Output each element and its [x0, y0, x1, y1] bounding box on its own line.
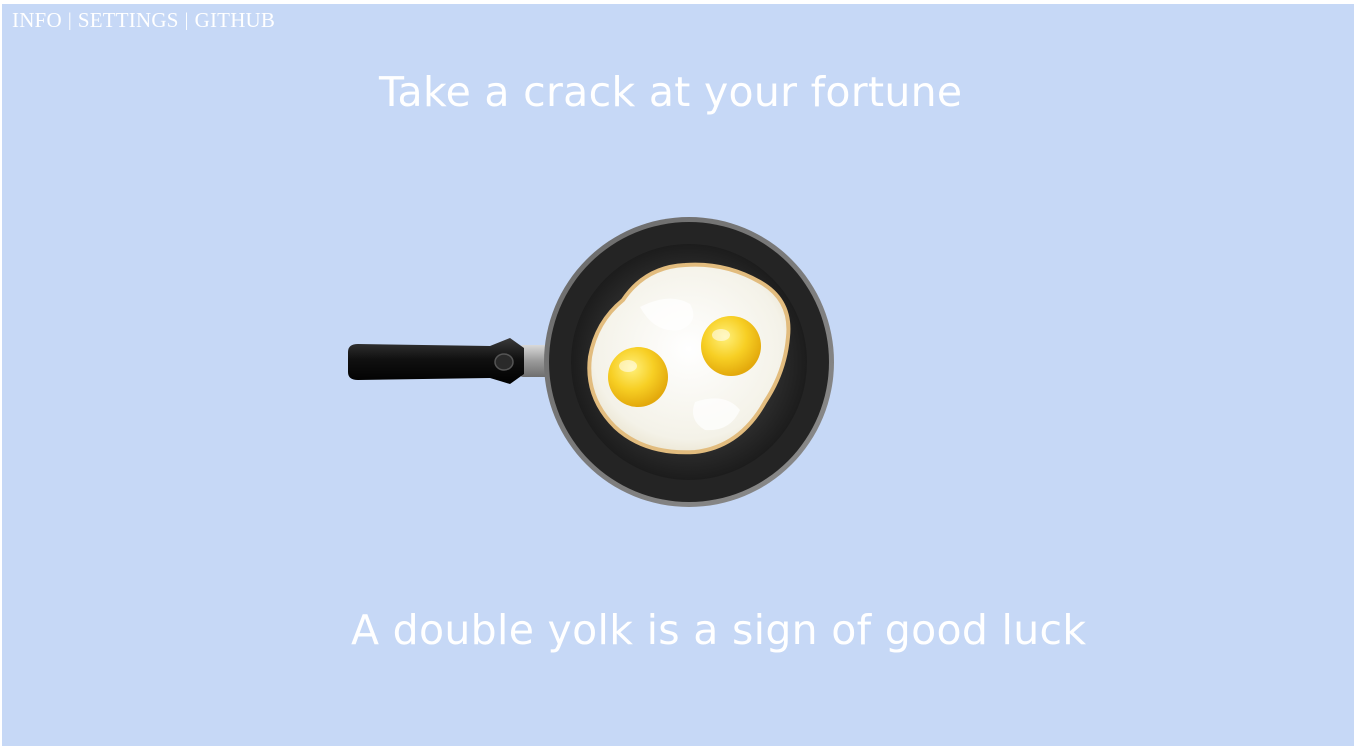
page-headline: Take a crack at your fortune: [379, 68, 963, 116]
fortune-text: A double yolk is a sign of good luck: [351, 606, 1087, 654]
nav-separator: |: [184, 10, 189, 31]
page-background: INFO | SETTINGS | GITHUB Take a crack at you…: [2, 4, 1354, 746]
egg-yolk-left: [608, 347, 668, 407]
nav-separator: |: [67, 10, 72, 31]
frying-pan-button[interactable]: [340, 212, 840, 512]
github-link[interactable]: GITHUB: [195, 8, 276, 32]
pan-handle: [348, 338, 550, 384]
egg-yolk-right: [701, 316, 761, 376]
info-link[interactable]: INFO: [12, 8, 62, 32]
top-nav: INFO | SETTINGS | GITHUB: [12, 8, 275, 33]
settings-link[interactable]: SETTINGS: [78, 8, 179, 32]
frying-pan-egg-icon: [348, 217, 834, 507]
